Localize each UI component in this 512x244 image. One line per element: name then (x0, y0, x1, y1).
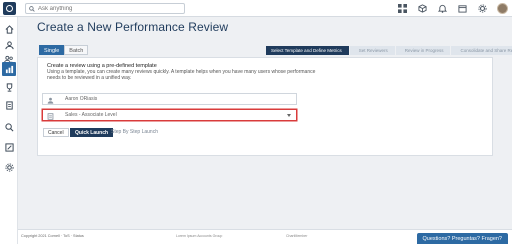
template-icon (46, 112, 54, 120)
sidebar-home-icon[interactable] (2, 22, 16, 36)
footer-copyright: Copyright 2021 Cornell · ToS · Status (21, 234, 84, 238)
review-mode-tabs: Single Batch (39, 45, 89, 55)
sidebar-settings-icon[interactable] (2, 160, 16, 174)
top-bar (0, 0, 512, 17)
cancel-button[interactable]: Cancel (43, 128, 69, 137)
card-description: Using a template, you can create many re… (47, 69, 316, 81)
wizard-step-review-in-progress: Review in Progress (395, 46, 451, 55)
grid-apps-icon[interactable] (397, 3, 408, 14)
sidebar-trophy-icon[interactable] (2, 80, 16, 94)
search-input[interactable] (38, 4, 178, 13)
sidebar-search-people-icon[interactable] (2, 120, 16, 134)
template-select[interactable]: Sales - Associate Level (42, 109, 297, 121)
sidebar-edit-icon[interactable] (2, 140, 16, 154)
user-avatar[interactable] (497, 3, 508, 14)
calendar-icon[interactable] (457, 3, 468, 14)
create-review-card: Create a review using a pre-defined temp… (37, 57, 493, 156)
footer: Copyright 2021 Cornell · ToS · Status Lo… (18, 229, 512, 244)
wizard-step-consolidate-results: Consolidate and Share Results (451, 46, 512, 55)
chevron-down-icon[interactable] (287, 114, 291, 117)
wizard-step-select-template: Select Template and Define Metrics (266, 46, 349, 55)
sidebar-chart-icon[interactable] (2, 62, 16, 76)
employee-field[interactable]: Aaron ORiasis (42, 93, 297, 105)
app-logo-icon[interactable] (3, 2, 16, 15)
sidebar (0, 17, 18, 244)
wizard-step-set-reviewers: Set Reviewers (349, 46, 395, 55)
footer-center-text-2: ChartMember (286, 234, 308, 238)
search-box[interactable] (25, 3, 185, 14)
template-value: Sales - Associate Level (65, 112, 117, 118)
employee-value: Aaron ORiasis (65, 96, 98, 102)
sidebar-document-icon[interactable] (2, 98, 16, 112)
tab-single[interactable]: Single (39, 45, 65, 55)
wizard-steps: Select Template and Define Metrics Set R… (266, 46, 512, 55)
user-icon (46, 96, 54, 104)
bell-icon[interactable] (437, 3, 448, 14)
sidebar-people-icon[interactable] (2, 38, 16, 52)
cube-icon[interactable] (417, 3, 428, 14)
tab-batch[interactable]: Batch (64, 45, 89, 55)
footer-center-text: Lorem Ipsum Accounts Group (176, 234, 223, 238)
page-title: Create a New Performance Review (37, 20, 229, 34)
help-chat-button[interactable]: Questions? Preguntas? Fragen? (416, 233, 508, 244)
step-by-step-launch-link[interactable]: Step By Step Launch (111, 129, 158, 135)
gear-icon[interactable] (477, 3, 488, 14)
search-icon (29, 6, 35, 12)
quick-launch-button[interactable]: Quick Launch (70, 128, 114, 137)
